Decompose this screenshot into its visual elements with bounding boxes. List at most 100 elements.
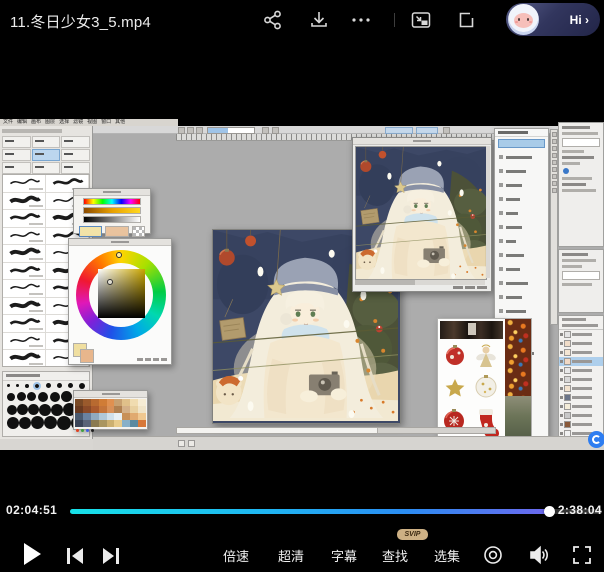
strip-button: [552, 188, 557, 193]
subtitle-button[interactable]: 字幕: [328, 546, 360, 565]
palette-swatch: [99, 406, 107, 413]
account-pill[interactable]: Hi ›: [506, 3, 600, 36]
preview-titlebar: [353, 138, 491, 145]
palette-swatch: [122, 399, 130, 406]
saturation-value-square: [98, 269, 145, 318]
palette-swatch: [75, 406, 83, 413]
tool-cell: [32, 149, 61, 161]
palette-swatch: [83, 399, 91, 406]
pip-icon[interactable]: [410, 9, 432, 31]
progress-bar[interactable]: [70, 509, 602, 514]
brush-size-dot: [39, 404, 51, 416]
palette-swatch: [114, 413, 122, 420]
palette-swatch: [130, 406, 138, 413]
layer-thumbnail: [564, 331, 571, 338]
secondary-color-swatch: [105, 226, 128, 237]
layer-row: [559, 402, 603, 411]
progress-knob[interactable]: [544, 506, 555, 517]
fullscreen-icon[interactable]: [571, 544, 593, 566]
video-content-area[interactable]: 文件编辑画布图层选择滤镜视图窗口其他: [0, 119, 604, 450]
layer-thumbnail: [564, 349, 571, 356]
brush-size-dot: [17, 392, 26, 401]
reference-photo-strip: [440, 321, 503, 339]
record-ring-icon[interactable]: [482, 544, 504, 566]
brush-size-dot: [57, 416, 71, 430]
share-icon[interactable]: [262, 9, 284, 31]
mini-window-icon[interactable]: [455, 9, 477, 31]
preview-vscrollbar: [486, 146, 490, 278]
volume-icon[interactable]: [527, 544, 549, 566]
layer-row: [559, 339, 603, 348]
tool-cell: [61, 149, 90, 161]
prev-episode-icon[interactable]: [64, 545, 86, 567]
topbar-divider: [394, 13, 395, 27]
download-icon[interactable]: [308, 9, 330, 31]
find-button[interactable]: 查找: [379, 546, 411, 565]
wheel-titlebar: [69, 239, 171, 246]
brush-size-dot: [51, 404, 63, 416]
app-menubar: 文件编辑画布图层选择滤镜视图窗口其他: [0, 119, 604, 126]
context-menu-item: [495, 192, 548, 206]
brush-item: [3, 263, 46, 281]
palette-swatch: [130, 420, 138, 427]
palette-swatch: [99, 413, 107, 420]
brush-item: [3, 333, 46, 351]
palette-swatch: [138, 420, 146, 427]
preview-window: [352, 137, 492, 292]
brush-size-dot: [27, 392, 36, 401]
layer-row: [559, 348, 603, 357]
brush-size-dot: [61, 391, 72, 402]
brush-item: [3, 245, 46, 263]
context-menu-item: [495, 234, 548, 248]
quality-button[interactable]: 超清: [275, 546, 307, 565]
palette-footer: [74, 428, 147, 433]
next-episode-icon[interactable]: [100, 545, 122, 567]
context-menu-item: [495, 248, 548, 262]
palette-swatch: [91, 399, 99, 406]
layer-row: [559, 375, 603, 384]
app-menu-item: 文件: [3, 119, 13, 126]
palette-titlebar: [74, 391, 147, 398]
strip-button: [552, 132, 557, 137]
saturation-slider: [83, 207, 141, 214]
context-menu-selected-item: [498, 139, 545, 148]
tool-cell: [2, 149, 31, 161]
brush-size-dot: [7, 405, 17, 415]
speed-button[interactable]: 倍速: [220, 546, 252, 565]
strip-button: [552, 146, 557, 151]
palette-grid: [74, 398, 147, 428]
play-icon[interactable]: [24, 543, 41, 565]
strip-button: [552, 160, 557, 165]
brush-item: [3, 350, 46, 367]
app-menu-item: 滤镜: [73, 119, 83, 126]
context-menu-item: [495, 150, 548, 164]
preview-status: [453, 286, 487, 289]
left-panel-footer: [0, 439, 93, 450]
strip-button: [552, 139, 557, 144]
layer-thumbnail: [564, 376, 571, 383]
ornament-sheet: [440, 341, 503, 441]
brush-item: [3, 193, 46, 211]
top-bar: 11.冬日少女3_5.mp4: [0, 0, 604, 40]
layer-row: [559, 357, 603, 366]
app-status-bar: [93, 436, 604, 450]
layers-panel: [558, 315, 604, 449]
context-menu-item: [495, 262, 548, 276]
episodes-button[interactable]: 选集: [431, 546, 463, 565]
strip-button: [552, 181, 557, 186]
app-menu-item: 图层: [45, 119, 55, 126]
brush-size-dot: [19, 417, 31, 429]
context-menu-item: [495, 206, 548, 220]
palette-window: [73, 390, 148, 430]
brush-size-dot: [38, 392, 48, 402]
palette-swatch: [122, 413, 130, 420]
palette-swatch: [130, 399, 138, 406]
brush-item: [3, 228, 46, 246]
palette-swatch: [75, 420, 83, 427]
more-icon[interactable]: [350, 9, 372, 31]
palette-swatch: [75, 399, 83, 406]
layer-row: [559, 393, 603, 402]
tool-cell: [2, 136, 31, 148]
layer-row: [559, 330, 603, 339]
palette-swatch: [107, 420, 115, 427]
